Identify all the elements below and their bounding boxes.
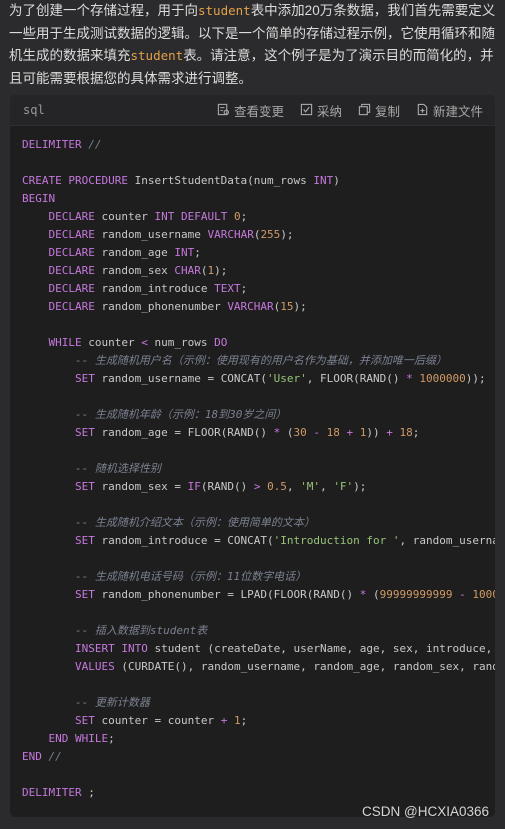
code-block: sql 查看变更 采纳 复制 新建文件 DELIMITER // CREATE P… — [10, 95, 495, 817]
checkbox-icon — [300, 103, 313, 119]
code-line: SET random_sex = IF(RAND() > 0.5, 'M', '… — [74, 480, 367, 493]
code-comment-line: -- 生成随机用户名（示例：使用现有的用户名作为基础，并添加唯一后缀） — [74, 354, 447, 367]
code-line: VALUES (CURDATE(), random_username, rand… — [74, 660, 495, 673]
inline-code-student: student — [130, 48, 184, 63]
code-line: CREATE PROCEDURE InsertStudentData(num_r… — [22, 174, 340, 187]
code-line: SET random_phonenumber = LPAD(FLOOR(RAND… — [74, 588, 495, 601]
code-line: DECLARE random_age INT; — [48, 246, 201, 259]
code-line: BEGIN — [22, 192, 56, 205]
code-line: SET counter = counter + 1; — [74, 714, 248, 727]
code-line: DELIMITER // — [22, 138, 102, 151]
code-line: END // — [22, 750, 62, 763]
code-toolbar: sql 查看变更 采纳 复制 新建文件 — [10, 95, 495, 126]
copy-button[interactable]: 复制 — [358, 101, 400, 120]
code-line: INSERT INTO student (createDate, userNam… — [74, 642, 493, 655]
view-changes-label: 查看变更 — [233, 105, 284, 119]
new-file-label: 新建文件 — [432, 105, 483, 119]
intro-paragraph: 为了创建一个存储过程，用于向student表中添加20万条数据，我们首先需要定义… — [9, 0, 499, 90]
code-comment-line: -- 随机选择性别 — [74, 462, 161, 475]
code-content: DELIMITER // CREATE PROCEDURE InsertStude… — [10, 126, 495, 802]
code-line: DECLARE random_phonenumber VARCHAR(15); — [48, 300, 307, 313]
code-comment-line: -- 插入数据到student表 — [74, 624, 208, 637]
code-line: SET random_introduce = CONCAT('Introduct… — [74, 534, 495, 547]
csdn-watermark: CSDN @HCXIA0366 — [362, 804, 489, 819]
code-line: WHILE counter < num_rows DO — [48, 336, 228, 349]
adopt-button[interactable]: 采纳 — [300, 101, 342, 120]
new-file-button[interactable]: 新建文件 — [416, 101, 483, 120]
code-line: END WHILE; — [48, 732, 115, 745]
code-language-label: sql — [23, 103, 45, 117]
code-line: DECLARE counter INT DEFAULT 0; — [48, 210, 248, 223]
view-changes-button[interactable]: 查看变更 — [217, 101, 284, 120]
code-comment-line: -- 生成随机年龄（示例：18到30岁之间） — [74, 408, 287, 421]
code-actions: 查看变更 采纳 复制 新建文件 — [217, 101, 483, 120]
code-comment-line: -- 生成随机电话号码（示例：11位数字电话） — [74, 570, 307, 583]
copy-icon — [358, 103, 371, 119]
adopt-label: 采纳 — [316, 105, 342, 119]
code-comment-line: -- 生成随机介绍文本（示例：使用简单的文本） — [74, 516, 315, 529]
code-line: DELIMITER ; — [22, 786, 95, 799]
code-line: DECLARE random_introduce TEXT; — [48, 282, 248, 295]
copy-label: 复制 — [374, 105, 400, 119]
code-line: DECLARE random_username VARCHAR(255); — [48, 228, 294, 241]
code-line: SET random_age = FLOOR(RAND() * (30 - 18… — [74, 426, 420, 439]
inline-code-student: student — [198, 3, 251, 18]
intro-text-1: 为了创建一个存储过程，用于向 — [9, 3, 198, 18]
view-changes-icon — [217, 103, 230, 119]
code-line: SET random_username = CONCAT('User', FLO… — [74, 372, 486, 385]
code-line: DECLARE random_sex CHAR(1); — [48, 264, 228, 277]
code-comment-line: -- 更新计数器 — [74, 696, 150, 709]
new-file-icon — [416, 103, 429, 119]
